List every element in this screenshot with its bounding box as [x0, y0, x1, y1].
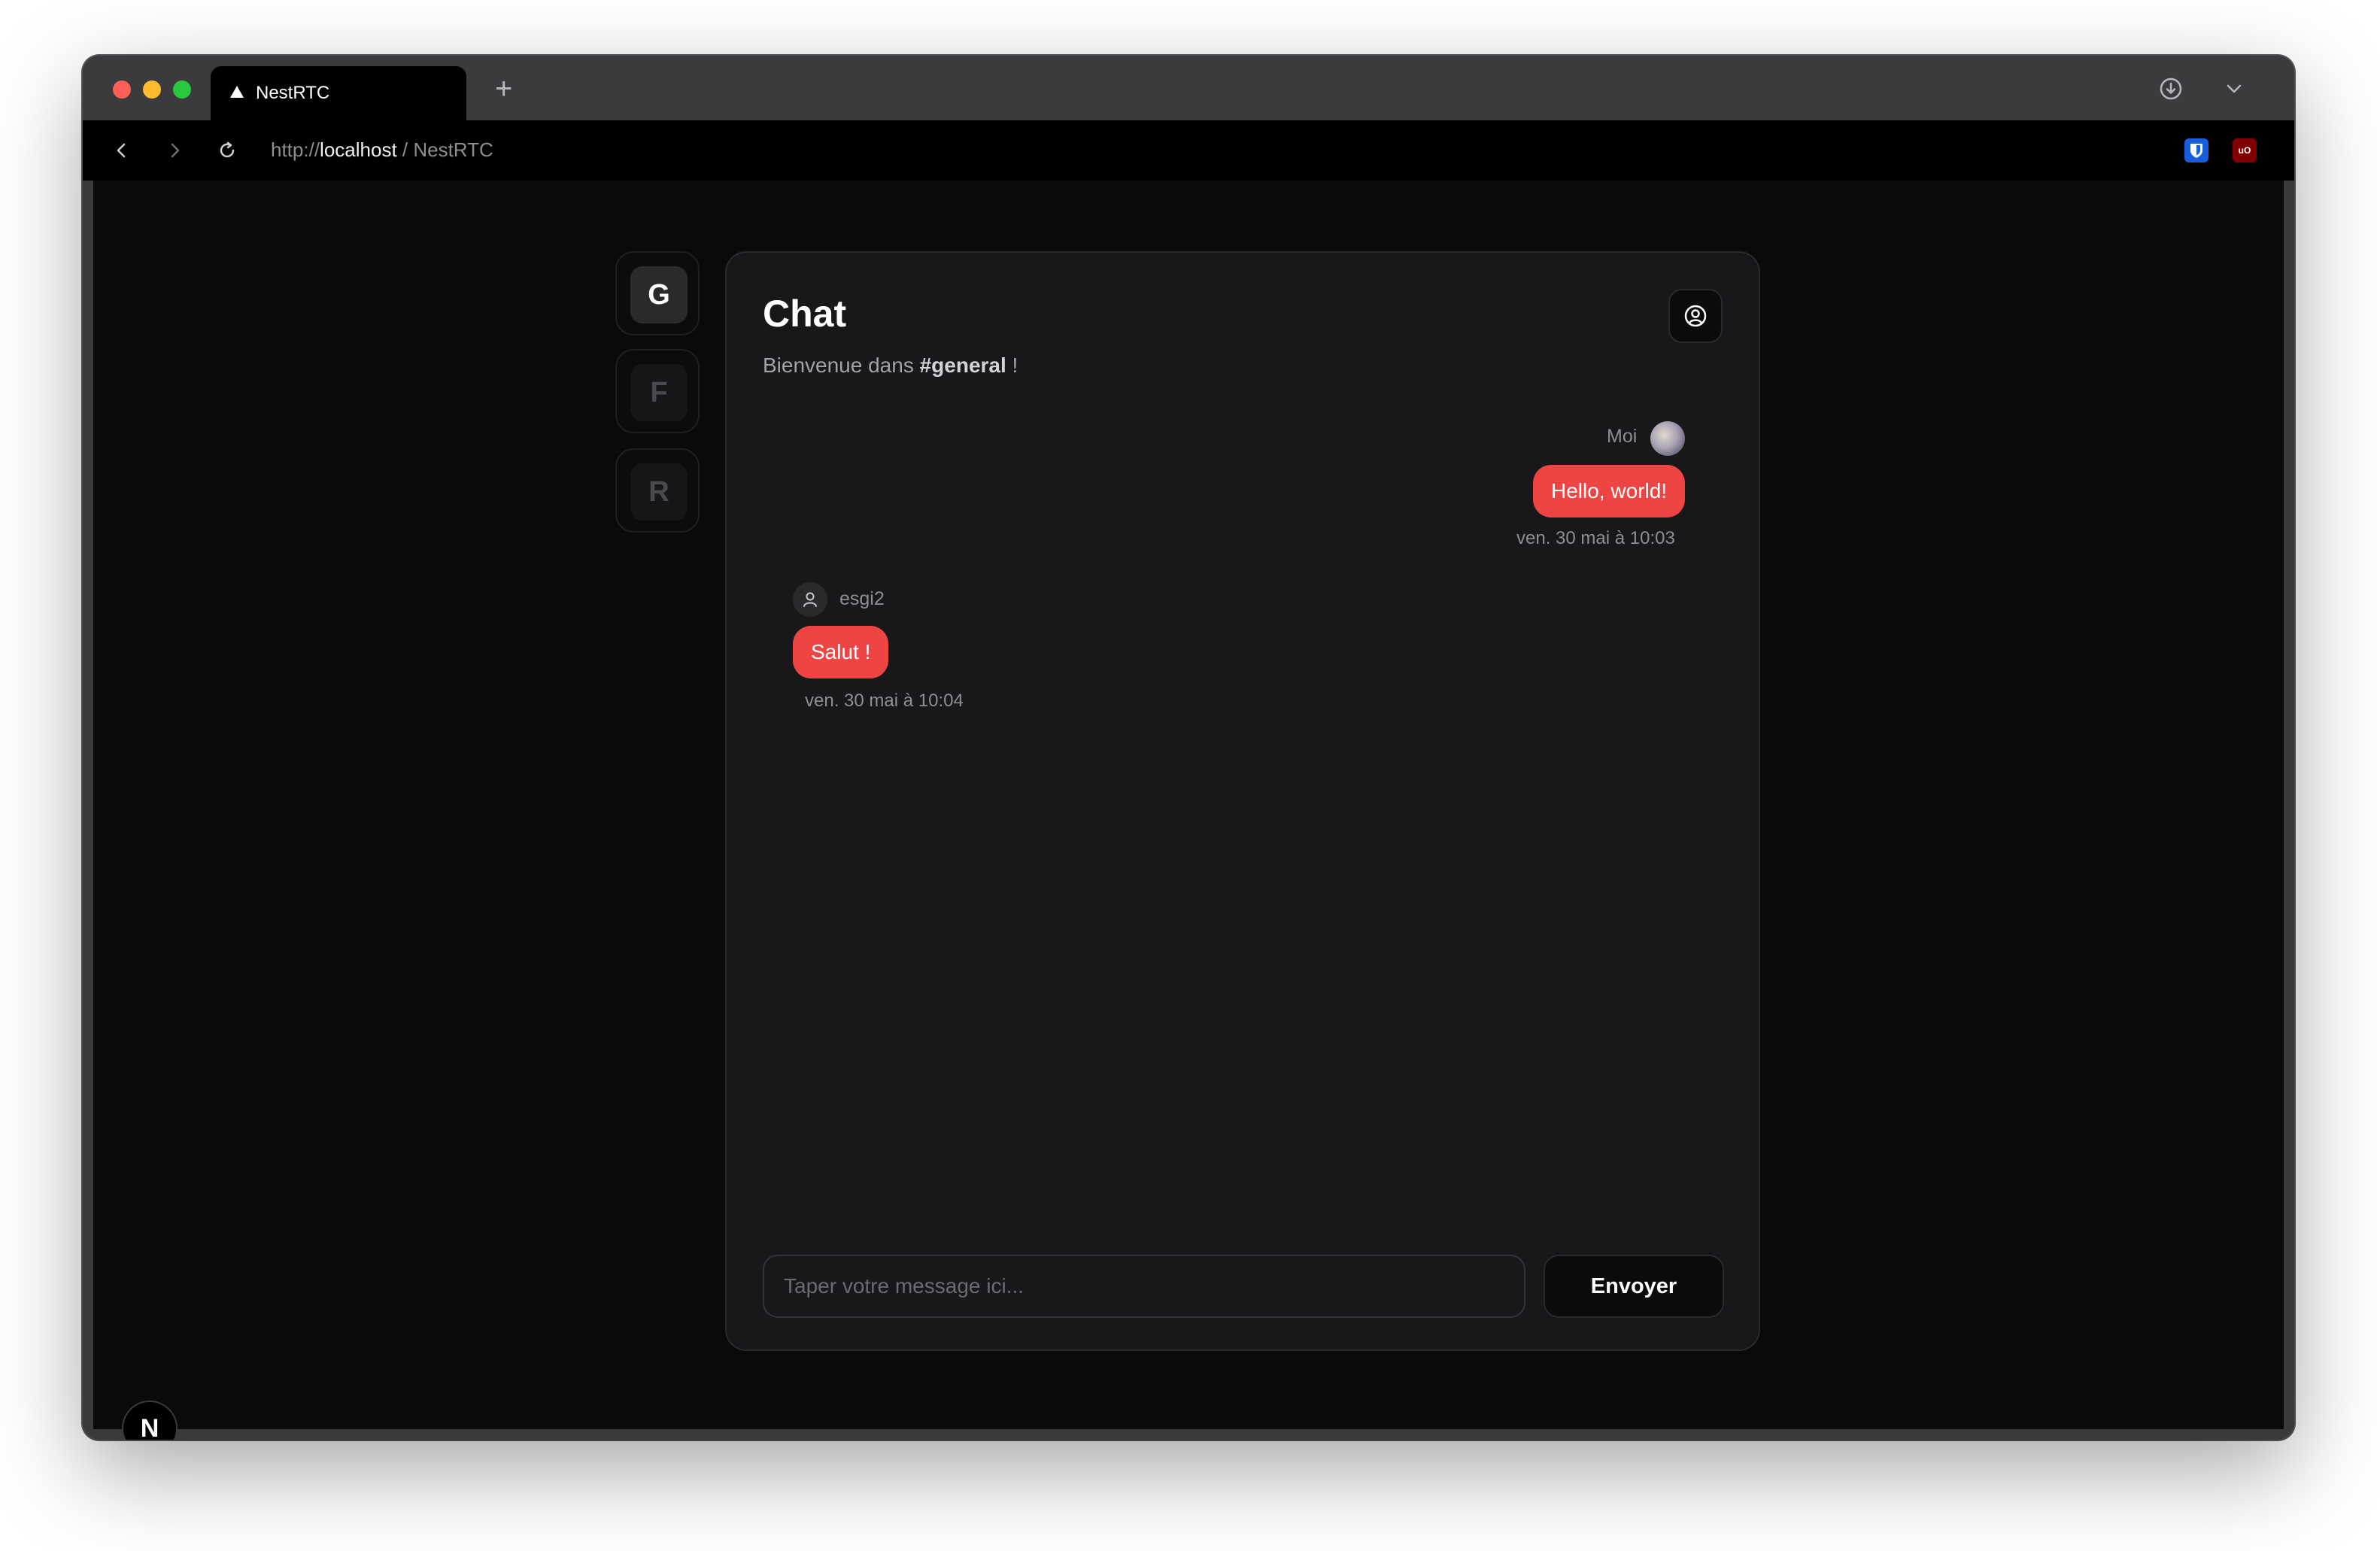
tab-list-button[interactable] — [2219, 74, 2249, 104]
back-button[interactable] — [107, 135, 137, 165]
message-timestamp: ven. 30 mai à 10:04 — [805, 691, 964, 711]
minimize-window-button[interactable] — [143, 80, 161, 99]
password-manager-extension-button[interactable] — [2184, 138, 2208, 162]
user-circle-icon — [1684, 305, 1707, 327]
chevron-right-icon — [171, 143, 180, 158]
downloads-button[interactable] — [2156, 74, 2186, 104]
user-icon — [803, 592, 817, 607]
message-input[interactable] — [763, 1255, 1525, 1318]
address-bar: http://localhost / NestRTC uO — [83, 120, 2294, 181]
new-tab-button[interactable]: + — [495, 68, 512, 110]
welcome-suffix: ! — [1006, 354, 1018, 377]
page-title: Chat — [763, 293, 847, 335]
browser-window: NestRTC + http://localhost / NestRTC uO … — [83, 56, 2294, 1440]
send-button[interactable]: Envoyer — [1544, 1255, 1724, 1318]
reload-button[interactable] — [212, 135, 242, 165]
favicon-triangle-icon — [230, 86, 244, 98]
server-letter: F — [630, 364, 688, 421]
url-host: localhost — [320, 138, 397, 161]
maximize-window-button[interactable] — [173, 80, 191, 99]
forward-button[interactable] — [159, 135, 190, 165]
profile-button[interactable] — [1668, 289, 1723, 343]
chevron-left-icon — [117, 143, 126, 158]
tab-bar: NestRTC + — [83, 56, 2294, 120]
avatar — [793, 582, 827, 617]
channel-name: #general — [919, 354, 1006, 377]
message-author: Moi — [1607, 426, 1638, 447]
url-field[interactable]: http://localhost / NestRTC — [271, 138, 493, 162]
tab-nestrtc[interactable]: NestRTC — [211, 66, 466, 120]
message-bubble: Salut ! — [793, 626, 889, 678]
server-letter: G — [630, 266, 688, 323]
reload-icon — [220, 141, 235, 158]
channel-welcome-text: Bienvenue dans #general ! — [763, 354, 1018, 378]
page-viewport: G F R Chat Bienvenue dans #general ! Moi… — [93, 181, 2284, 1440]
url-path: / NestRTC — [396, 138, 493, 161]
server-item-r[interactable]: R — [615, 448, 700, 533]
chevron-down-icon — [2227, 84, 2242, 93]
chat-panel: Chat Bienvenue dans #general ! Moi Hello… — [725, 251, 1760, 1351]
welcome-prefix: Bienvenue dans — [763, 354, 920, 377]
tab-title: NestRTC — [256, 83, 330, 103]
server-item-g[interactable]: G — [615, 251, 700, 335]
message-bubble: Hello, world! — [1533, 465, 1686, 518]
server-letter: R — [630, 463, 688, 521]
url-scheme: http:// — [271, 138, 320, 161]
message-author: esgi2 — [839, 588, 885, 609]
avatar — [1650, 421, 1685, 456]
message-timestamp: ven. 30 mai à 10:03 — [1516, 528, 1675, 548]
shield-icon — [2190, 144, 2202, 158]
close-window-button[interactable] — [113, 80, 131, 99]
server-item-f[interactable]: F — [615, 349, 700, 433]
download-icon — [2160, 77, 2182, 100]
ublock-extension-button[interactable]: uO — [2233, 138, 2257, 162]
nextjs-dev-badge[interactable]: N — [122, 1401, 178, 1440]
